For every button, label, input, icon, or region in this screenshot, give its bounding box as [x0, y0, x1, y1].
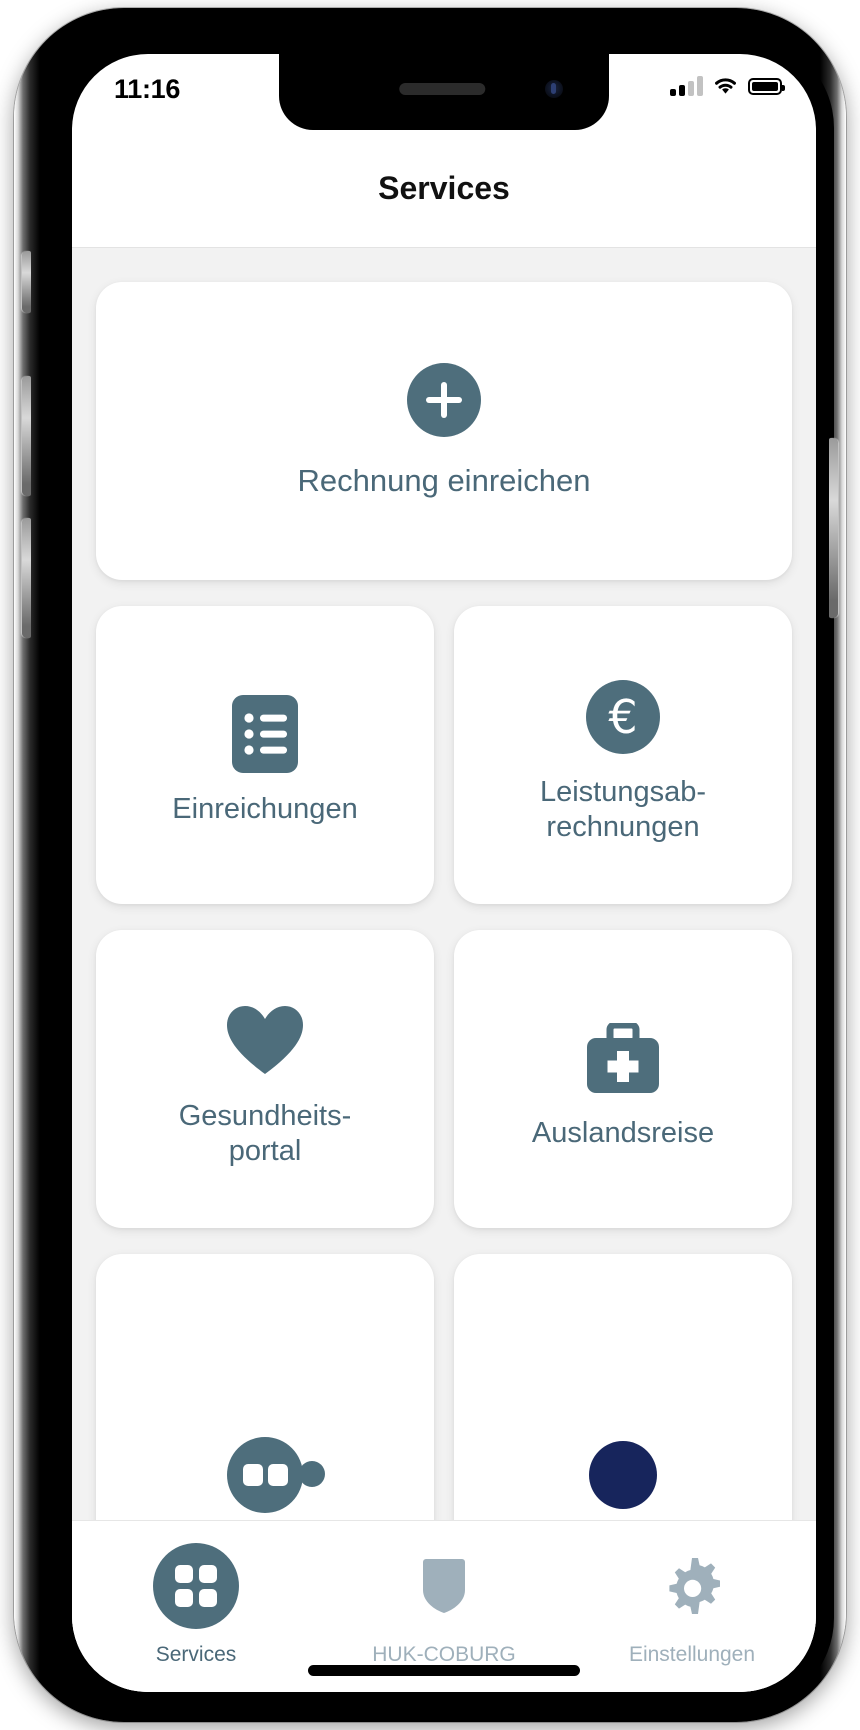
- grid-squares-icon: [153, 1543, 239, 1629]
- mute-switch-button[interactable]: [22, 251, 31, 313]
- teal-dot-icon: [299, 1461, 325, 1487]
- tile-einreichungen[interactable]: Einreichungen: [96, 606, 434, 904]
- tile-partial-left[interactable]: [96, 1254, 434, 1552]
- medical-bag-icon: [587, 1023, 659, 1094]
- services-scroll-area[interactable]: Rechnung einreichen Einreichungen € Leis…: [72, 248, 816, 1692]
- home-indicator[interactable]: [308, 1665, 580, 1676]
- tile-row-2: Gesundheits- portal Auslandsreise: [96, 930, 792, 1228]
- gear-icon: [669, 1558, 720, 1614]
- tile-label: Einreichungen: [172, 793, 358, 826]
- tile-gesundheitsportal[interactable]: Gesundheits- portal: [96, 930, 434, 1228]
- navy-circle-icon: [589, 1441, 657, 1509]
- battery-level-fill: [752, 81, 778, 91]
- tile-rechnung-einreichen[interactable]: Rechnung einreichen: [96, 282, 792, 580]
- power-button[interactable]: [829, 438, 838, 618]
- tile-auslandsreise[interactable]: Auslandsreise: [454, 930, 792, 1228]
- cellular-signal-icon: [670, 76, 703, 96]
- tab-label: HUK-COBURG: [372, 1643, 516, 1666]
- status-bar: 11:16: [72, 54, 816, 130]
- shield-icon: [423, 1559, 465, 1613]
- tile-partial-right[interactable]: [454, 1254, 792, 1552]
- battery-icon: [748, 77, 785, 95]
- wifi-icon: [715, 78, 736, 94]
- tab-einstellungen[interactable]: Einstellungen: [568, 1521, 816, 1692]
- tile-row-1: Einreichungen € Leistungsab- rechnungen: [96, 606, 792, 904]
- status-indicators: [670, 76, 785, 96]
- plus-circle-icon: [407, 363, 481, 437]
- tab-services[interactable]: Services: [72, 1521, 320, 1692]
- tile-label: Auslandsreise: [531, 1117, 715, 1150]
- euro-circle-icon: €: [586, 679, 660, 754]
- tile-label: Gesundheits- portal: [178, 1099, 352, 1167]
- tile-row-3: [96, 1254, 792, 1552]
- volume-up-button[interactable]: [22, 376, 31, 496]
- volume-down-button[interactable]: [22, 518, 31, 638]
- status-time: 11:16: [114, 74, 181, 104]
- document-list-icon: [232, 695, 298, 774]
- phone-screen: 11:16 Services Rechnung einreichen Einre…: [72, 54, 816, 1692]
- tab-label: Einstellungen: [628, 1643, 756, 1666]
- tab-label: Services: [155, 1643, 237, 1666]
- page-title: Services: [378, 170, 510, 206]
- tile-label: Leistungsab- rechnungen: [539, 775, 707, 843]
- tile-leistungsabrechnungen[interactable]: € Leistungsab- rechnungen: [454, 606, 792, 904]
- nav-header: Services: [72, 130, 816, 248]
- teal-circle-icon: [227, 1437, 303, 1513]
- tile-label: Rechnung einreichen: [297, 463, 591, 498]
- phone-frame: 11:16 Services Rechnung einreichen Einre…: [14, 8, 846, 1722]
- heart-icon: [227, 1005, 303, 1074]
